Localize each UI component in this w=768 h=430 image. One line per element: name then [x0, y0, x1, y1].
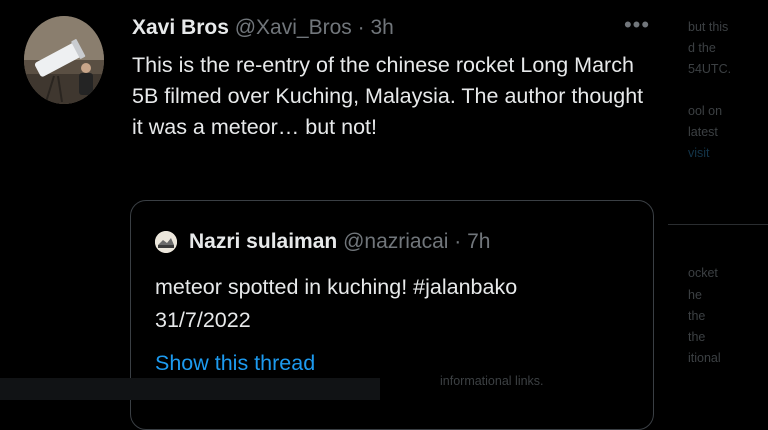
- bg-fragment: ool on: [688, 104, 723, 118]
- quoted-author-name[interactable]: Nazri sulaiman: [189, 230, 337, 253]
- more-glyph: •••: [623, 12, 651, 37]
- more-horizontal-icon[interactable]: •••: [622, 14, 652, 42]
- tweet-text: This is the re-entry of the chinese rock…: [132, 53, 644, 139]
- bg-fragment: latest: [688, 125, 718, 139]
- background-bottom-bar: [0, 378, 380, 400]
- bg-bottom-fragment: informational links.: [440, 374, 544, 388]
- quoted-author-handle[interactable]: @nazriacai: [343, 230, 448, 253]
- bg-fragment: ocket: [688, 266, 718, 280]
- quoted-header: Nazri sulaiman @nazriacai · 7h: [189, 228, 490, 256]
- quoted-avatar[interactable]: [155, 231, 177, 253]
- avatar[interactable]: [24, 16, 104, 104]
- bg-fragment-link: visit: [688, 146, 710, 160]
- header-separator: ·: [357, 16, 365, 39]
- quoted-timestamp[interactable]: 7h: [467, 230, 490, 253]
- quoted-tweet-text: meteor spotted in kuching! #jalanbako 31…: [155, 271, 635, 337]
- author-handle[interactable]: @Xavi_Bros: [235, 16, 352, 39]
- quoted-text-line2: 31/7/2022: [155, 308, 251, 332]
- quoted-avatar-image: [155, 231, 177, 253]
- background-divider: [668, 224, 768, 225]
- bg-fragment: but this: [688, 20, 729, 34]
- bg-fragment: d the: [688, 41, 716, 55]
- tweet-timestamp[interactable]: 3h: [370, 16, 393, 39]
- author-name[interactable]: Xavi Bros: [132, 16, 229, 39]
- bg-fragment: 54UTC.: [688, 62, 732, 76]
- avatar-telescope-photo: [24, 16, 104, 104]
- bg-fragment: he: [688, 288, 702, 302]
- background-sidebar-fragments: but this d the 54UTC. ool on latest visi…: [662, 0, 768, 400]
- bg-fragment: the: [688, 330, 706, 344]
- quoted-header-separator: ·: [454, 230, 462, 253]
- show-thread-link[interactable]: Show this thread: [155, 349, 315, 377]
- quoted-text-line1: meteor spotted in kuching! #jalanbako: [155, 275, 518, 299]
- tweet-header: Xavi Bros @Xavi_Bros · 3h: [132, 14, 394, 42]
- bg-fragment: itional: [688, 351, 721, 365]
- bg-fragment: the: [688, 309, 706, 323]
